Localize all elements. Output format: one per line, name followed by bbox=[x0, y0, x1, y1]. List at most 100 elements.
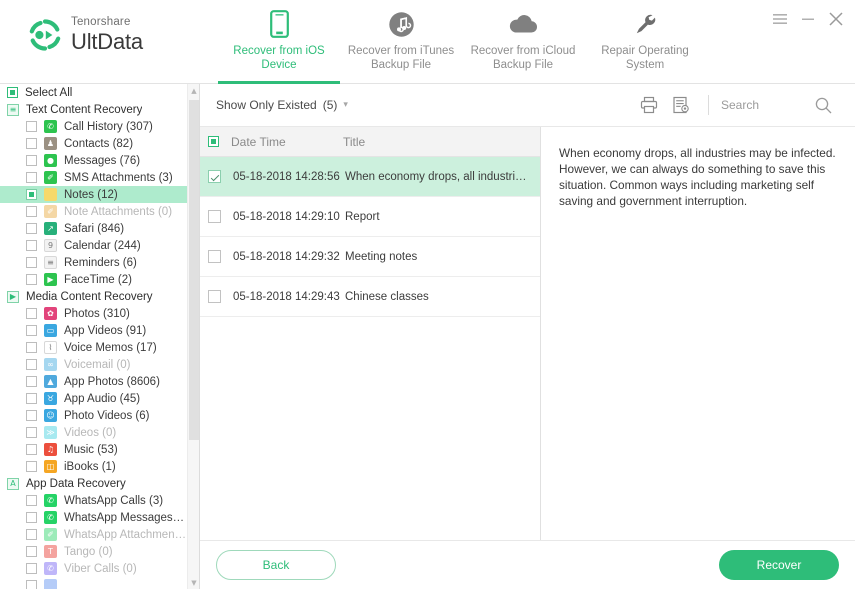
sidebar-item-photos[interactable]: ✿ Photos (310) bbox=[0, 305, 187, 322]
scrollbar-thumb[interactable] bbox=[189, 100, 199, 440]
scroll-up-icon[interactable]: ▲ bbox=[188, 84, 199, 97]
column-header-title[interactable]: Title bbox=[343, 135, 540, 149]
sidebar-item-checkbox[interactable] bbox=[26, 376, 37, 387]
menu-icon[interactable] bbox=[773, 12, 787, 26]
sidebar-scrollbar[interactable]: ▲ ▼ bbox=[187, 84, 199, 589]
sidebar-item-whatsapp-attachments[interactable]: ✐ WhatsApp Attachments (0) bbox=[0, 526, 187, 543]
window-body: Select All ≡ Text Content Recovery ✆ Call Hi… bbox=[0, 84, 855, 589]
sidebar-item-note-attachments[interactable]: ✐ Note Attachments (0) bbox=[0, 203, 187, 220]
tab-repair-operating-system[interactable]: Repair Operating System bbox=[584, 0, 706, 84]
sidebar-item-tango[interactable]: T Tango (0) bbox=[0, 543, 187, 560]
select-all-rows-checkbox[interactable] bbox=[208, 136, 219, 147]
sidebar-item-voice-memos[interactable]: ⌇ Voice Memos (17) bbox=[0, 339, 187, 356]
cell-date-time: 05-18-2018 14:29:10 bbox=[233, 210, 340, 223]
sidebar-item-call-history[interactable]: ✆ Call History (307) bbox=[0, 118, 187, 135]
sidebar-item-checkbox[interactable] bbox=[26, 274, 37, 285]
sidebar-item-notes[interactable]: Notes (12) bbox=[0, 186, 187, 203]
select-all-checkbox[interactable] bbox=[7, 87, 18, 98]
sidebar-item-checkbox[interactable] bbox=[26, 410, 37, 421]
sidebar-item-checkbox[interactable] bbox=[26, 121, 37, 132]
sidebar-item-checkbox[interactable] bbox=[26, 138, 37, 149]
print-icon[interactable] bbox=[636, 92, 662, 118]
sidebar-item-checkbox[interactable] bbox=[26, 342, 37, 353]
call-history-icon: ✆ bbox=[44, 120, 57, 133]
ultdata-window: Tenorshare UltData Recover from iOS Devi… bbox=[0, 0, 855, 589]
sidebar-select-all[interactable]: Select All bbox=[0, 84, 187, 101]
sidebar-item-safari[interactable]: ↗ Safari (846) bbox=[0, 220, 187, 237]
sidebar-item-calendar[interactable]: 9 Calendar (244) bbox=[0, 237, 187, 254]
recover-button[interactable]: Recover bbox=[719, 550, 839, 580]
sidebar-item-photo-videos[interactable]: ☺ Photo Videos (6) bbox=[0, 407, 187, 424]
sidebar-item-partial[interactable] bbox=[0, 577, 187, 589]
sidebar-item-checkbox[interactable] bbox=[26, 444, 37, 455]
sidebar-item-reminders[interactable]: ≡ Reminders (6) bbox=[0, 254, 187, 271]
sidebar-item-checkbox[interactable] bbox=[26, 580, 37, 589]
search-input[interactable] bbox=[721, 98, 813, 112]
export-settings-icon[interactable] bbox=[668, 92, 694, 118]
sidebar-group-app-data-recovery[interactable]: A App Data Recovery bbox=[0, 475, 187, 492]
table-row[interactable]: 05-18-2018 14:29:10 Report bbox=[200, 197, 540, 237]
tab-recover-from-ios-device[interactable]: Recover from iOS Device bbox=[218, 0, 340, 84]
sidebar-item-checkbox[interactable] bbox=[26, 206, 37, 217]
sidebar-item-checkbox[interactable] bbox=[26, 393, 37, 404]
table-row[interactable]: 05-18-2018 14:29:43 Chinese classes bbox=[200, 277, 540, 317]
sidebar-group-media-content-recovery[interactable]: ▶ Media Content Recovery bbox=[0, 288, 187, 305]
table-row[interactable]: 05-18-2018 14:28:56 When economy drops, a… bbox=[200, 157, 540, 197]
sidebar-item-checkbox[interactable] bbox=[26, 257, 37, 268]
sidebar-item-voicemail[interactable]: ∞ Voicemail (0) bbox=[0, 356, 187, 373]
sidebar-item-checkbox[interactable] bbox=[26, 495, 37, 506]
search-icon[interactable] bbox=[813, 95, 833, 115]
sidebar-item-app-audio[interactable]: ♉ App Audio (45) bbox=[0, 390, 187, 407]
sidebar-item-checkbox[interactable] bbox=[26, 172, 37, 183]
sidebar-item-checkbox[interactable] bbox=[26, 546, 37, 557]
sidebar-item-checkbox[interactable] bbox=[26, 512, 37, 523]
sidebar-item-sms-attachments[interactable]: ✐ SMS Attachments (3) bbox=[0, 169, 187, 186]
sidebar-item-app-photos[interactable]: ▲ App Photos (8606) bbox=[0, 373, 187, 390]
back-button[interactable]: Back bbox=[216, 550, 336, 580]
scroll-down-icon[interactable]: ▼ bbox=[188, 576, 199, 589]
sidebar-item-checkbox[interactable] bbox=[26, 325, 37, 336]
contacts-icon: ♟ bbox=[44, 137, 57, 150]
sidebar-item-checkbox[interactable] bbox=[26, 240, 37, 251]
sidebar-item-app-videos[interactable]: ▭ App Videos (91) bbox=[0, 322, 187, 339]
tab-recover-from-itunes-backup-file[interactable]: Recover from iTunes Backup File bbox=[340, 0, 462, 84]
app-photos-icon: ▲ bbox=[44, 375, 57, 388]
sidebar-item-whatsapp-messages[interactable]: ✆ WhatsApp Messages (3) bbox=[0, 509, 187, 526]
sidebar-item-whatsapp-calls[interactable]: ✆ WhatsApp Calls (3) bbox=[0, 492, 187, 509]
sidebar-item-checkbox[interactable] bbox=[26, 563, 37, 574]
sidebar-item-messages[interactable]: ● Messages (76) bbox=[0, 152, 187, 169]
sidebar-item-contacts[interactable]: ♟ Contacts (82) bbox=[0, 135, 187, 152]
sidebar-item-checkbox[interactable] bbox=[26, 308, 37, 319]
row-checkbox[interactable] bbox=[208, 290, 221, 303]
sidebar-item-facetime[interactable]: ▶ FaceTime (2) bbox=[0, 271, 187, 288]
sidebar-item-checkbox[interactable] bbox=[26, 529, 37, 540]
minimize-icon[interactable] bbox=[801, 12, 815, 26]
videos-icon: ≫ bbox=[44, 426, 57, 439]
row-checkbox[interactable] bbox=[208, 250, 221, 263]
sidebar-item-label: Calendar (244) bbox=[64, 239, 141, 252]
sidebar-item-music[interactable]: ♫ Music (53) bbox=[0, 441, 187, 458]
row-checkbox[interactable] bbox=[208, 210, 221, 223]
sidebar-group-text-content-recovery[interactable]: ≡ Text Content Recovery bbox=[0, 101, 187, 118]
tab-recover-from-icloud-backup-file[interactable]: Recover from iCloud Backup File bbox=[462, 0, 584, 84]
phone-icon bbox=[269, 9, 289, 39]
sidebar-item-videos[interactable]: ≫ Videos (0) bbox=[0, 424, 187, 441]
table-row[interactable]: 05-18-2018 14:29:32 Meeting notes bbox=[200, 237, 540, 277]
sidebar-item-checkbox[interactable] bbox=[26, 189, 37, 200]
sidebar-item-label: Messages (76) bbox=[64, 154, 141, 167]
sidebar-item-checkbox[interactable] bbox=[26, 461, 37, 472]
preview-text: When economy drops, all industries may b… bbox=[559, 146, 836, 208]
sidebar-item-ibooks[interactable]: ◫ iBooks (1) bbox=[0, 458, 187, 475]
sidebar-item-checkbox[interactable] bbox=[26, 155, 37, 166]
close-icon[interactable] bbox=[829, 12, 843, 26]
show-only-existed-filter[interactable]: Show Only Existed (5) ▾ bbox=[216, 98, 348, 112]
sidebar-item-checkbox[interactable] bbox=[26, 359, 37, 370]
column-header-date-time[interactable]: Date Time bbox=[231, 135, 343, 149]
sidebar-item-checkbox[interactable] bbox=[26, 427, 37, 438]
sidebar-item-checkbox[interactable] bbox=[26, 223, 37, 234]
cell-date-time: 05-18-2018 14:28:56 bbox=[233, 170, 340, 183]
row-checkbox[interactable] bbox=[208, 170, 221, 183]
chevron-down-icon[interactable]: ▾ bbox=[343, 100, 348, 110]
sidebar-item-viber-calls[interactable]: ✆ Viber Calls (0) bbox=[0, 560, 187, 577]
search-box[interactable] bbox=[721, 95, 841, 115]
